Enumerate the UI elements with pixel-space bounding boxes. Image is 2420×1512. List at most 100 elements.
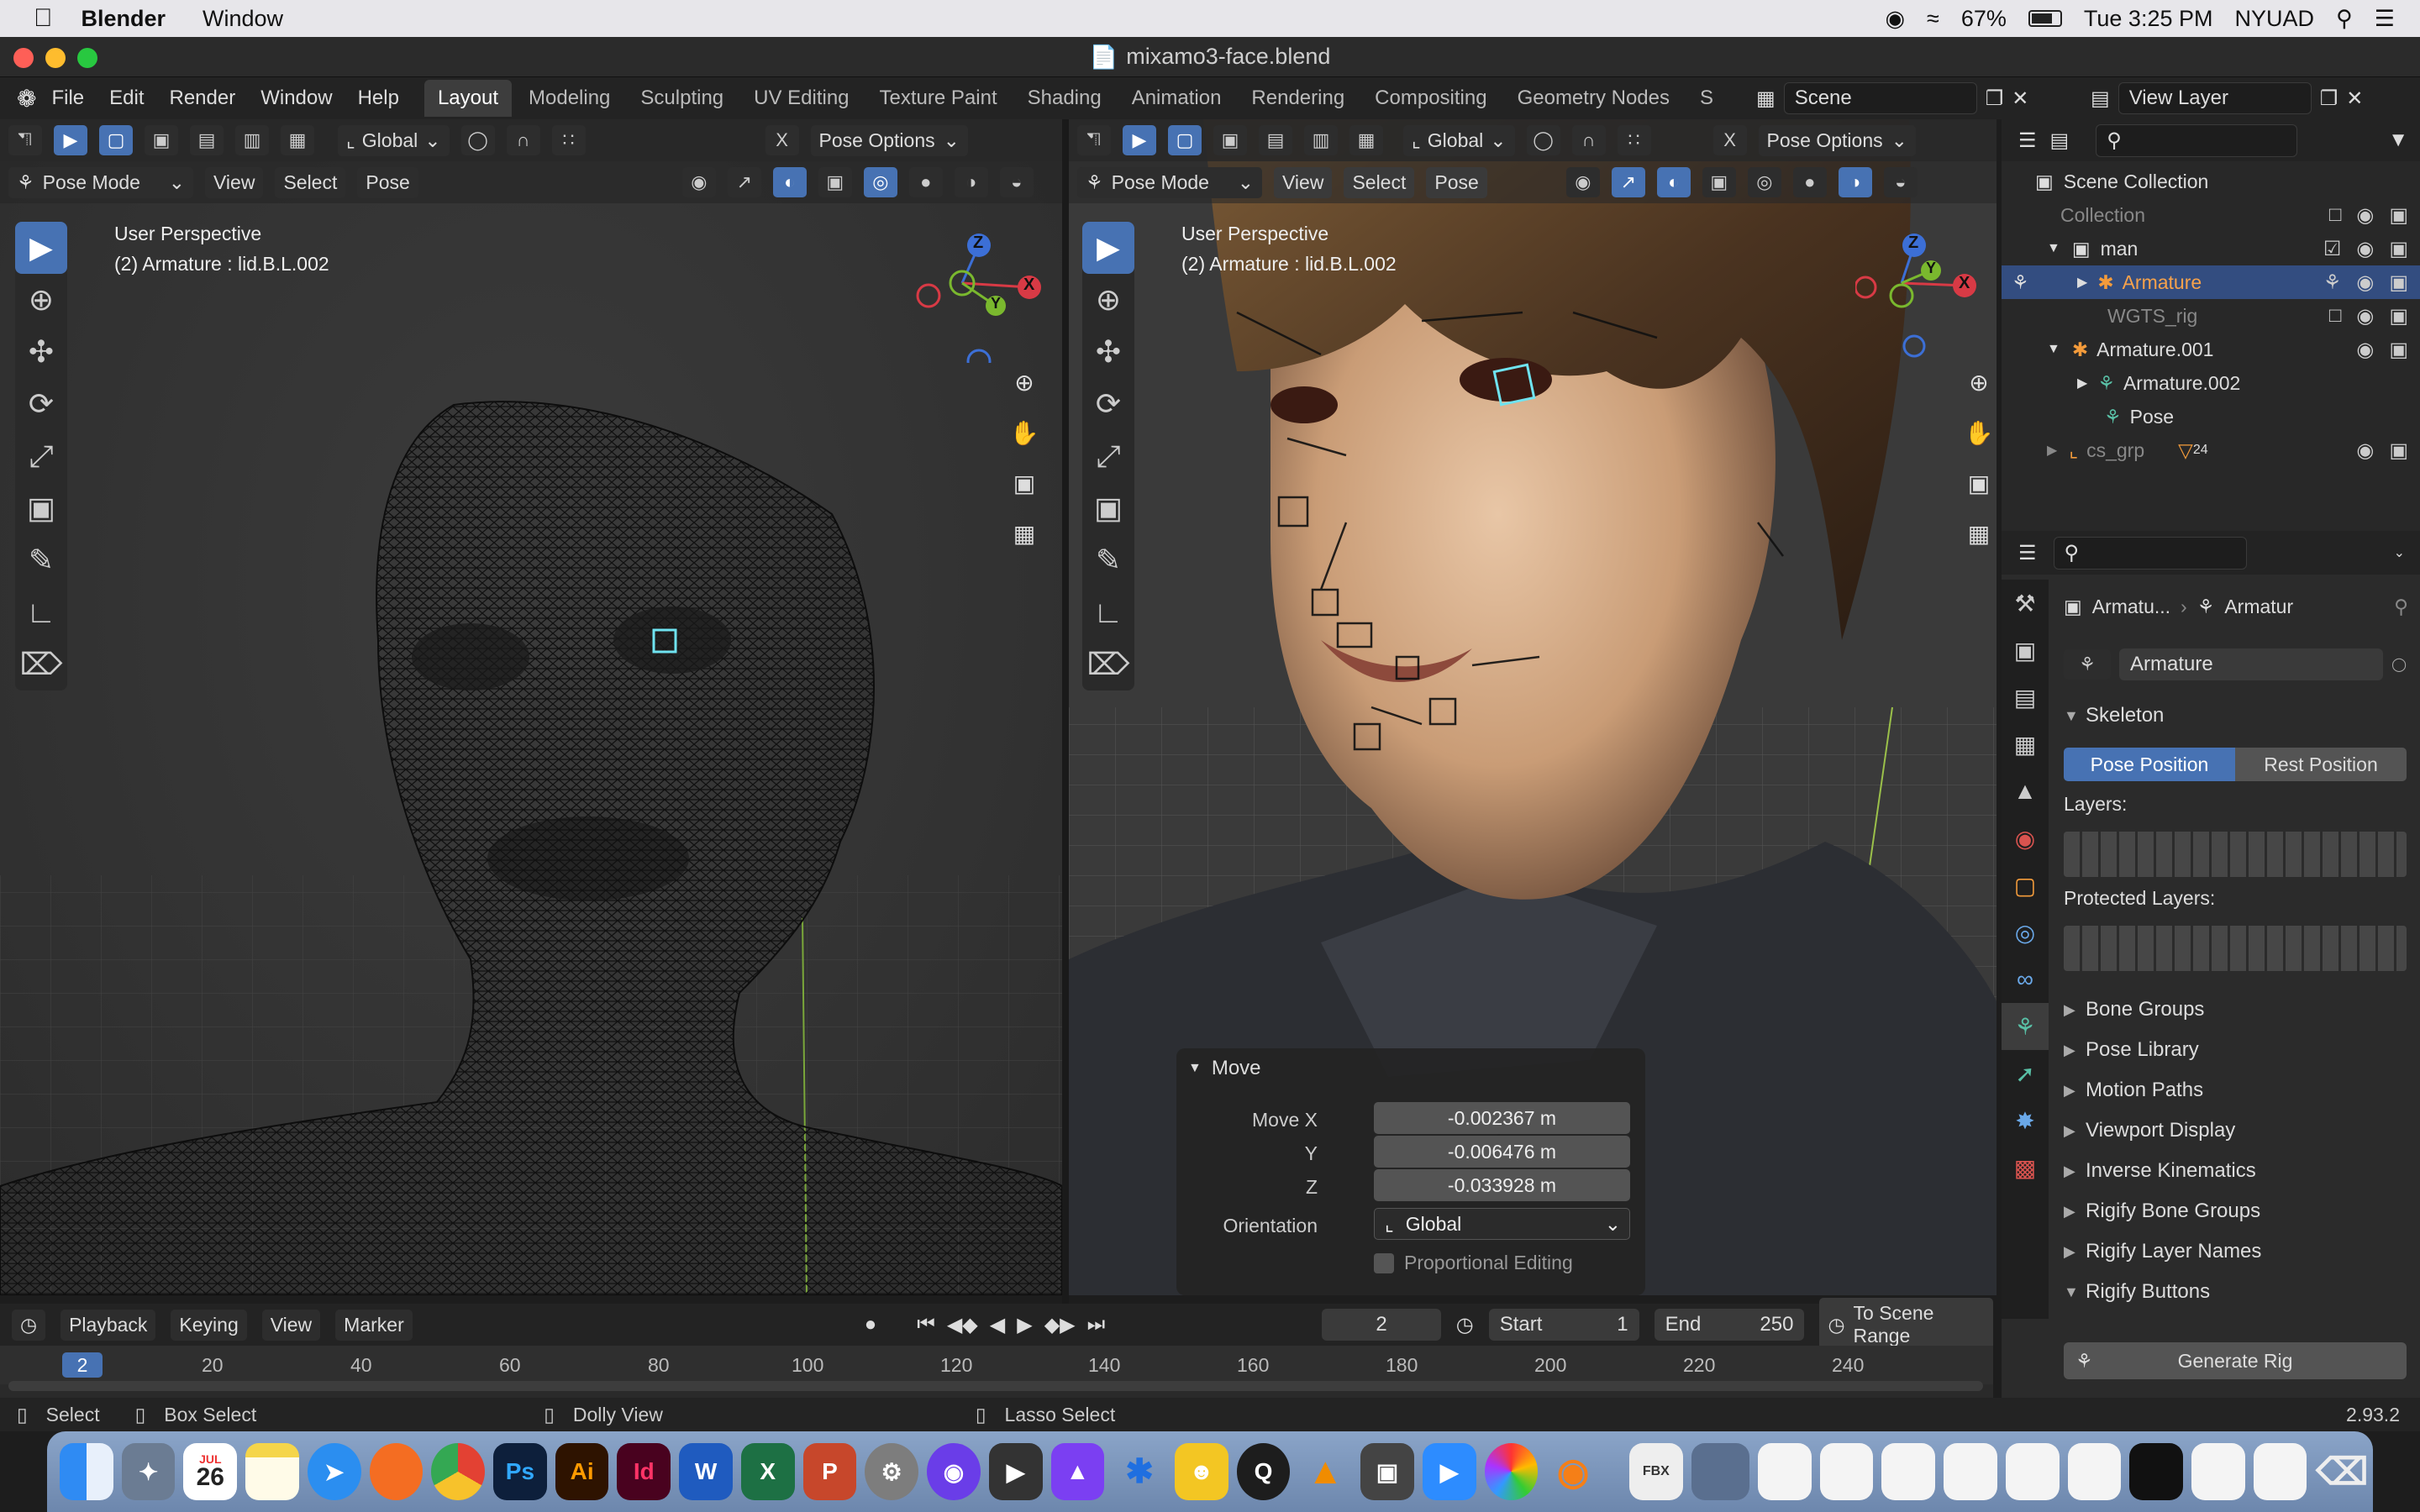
output-tab-icon[interactable]: ▤ — [2002, 674, 2049, 721]
tab-layout[interactable]: Layout — [424, 80, 512, 117]
calendar-icon[interactable]: JUL 26 — [183, 1443, 238, 1500]
editor-type-icon[interactable]: ⛠ — [8, 125, 42, 155]
select-extend-icon[interactable]: ▣ — [1213, 125, 1247, 155]
shading-wireframe-icon[interactable]: ◎ — [1747, 167, 1781, 197]
select-intersect-icon[interactable]: ▦ — [1349, 125, 1383, 155]
panel-rigify-layer-names[interactable]: ▶ Rigify Layer Names — [2064, 1233, 2408, 1270]
outliner-row-armature-001[interactable]: ▼ ✱ Armature.001 ◉ ▣ — [2002, 333, 2420, 366]
system-preferences-icon[interactable]: ⚙ — [865, 1443, 919, 1500]
select-box-tool-icon[interactable]: ▶ — [1082, 222, 1134, 274]
camera-render-icon[interactable]: ▣ — [2389, 270, 2408, 295]
eye-icon[interactable]: ◉ — [2356, 304, 2374, 328]
panel-motion-paths[interactable]: ▶ Motion Paths — [2064, 1072, 2408, 1109]
eye-icon[interactable]: ◉ — [2356, 203, 2374, 228]
menu-window[interactable]: Window — [260, 87, 332, 110]
menu-keying[interactable]: Keying — [171, 1309, 247, 1341]
view-layer-field[interactable]: View Layer — [2118, 82, 2312, 114]
outliner-row-cs-grp[interactable]: ▶ ⌞ cs_grp ▽ 24 ◉ ▣ — [2002, 433, 2420, 467]
panel-inverse-kinematics[interactable]: ▶ Inverse Kinematics — [2064, 1152, 2408, 1189]
mode-dropdown[interactable]: ⚘ Pose Mode ⌄ — [8, 166, 193, 198]
word-icon[interactable]: W — [679, 1443, 733, 1500]
snap-target-icon[interactable]: ∷ — [1617, 125, 1651, 155]
scene-field[interactable]: Scene — [1783, 82, 1977, 114]
safari-icon[interactable]: ➤ — [307, 1443, 361, 1500]
play-reverse-icon[interactable]: ◀ — [990, 1313, 1005, 1337]
document-thumb-icon[interactable] — [2253, 1443, 2307, 1500]
stopwatch-icon[interactable]: ◷ — [1456, 1313, 1474, 1337]
pan-hand-icon[interactable]: ✋ — [1005, 413, 1044, 452]
panel-pose-library[interactable]: ▶ Pose Library — [2064, 1032, 2408, 1068]
camera-render-icon[interactable]: ▣ — [2389, 203, 2408, 228]
tab-uv-editing[interactable]: UV Editing — [740, 80, 862, 117]
shading-rendered-icon[interactable]: ◒ — [999, 167, 1034, 197]
delete-scene-icon[interactable]: ✕ — [2012, 87, 2028, 111]
panel-viewport-display[interactable]: ▶ Viewport Display — [2064, 1112, 2408, 1149]
camera-icon[interactable]: ▣ — [1005, 464, 1044, 502]
close-window-button[interactable] — [13, 48, 34, 68]
pivot-point-icon[interactable]: ◯ — [1526, 125, 1560, 155]
tab-animation[interactable]: Animation — [1118, 80, 1235, 117]
select-box-icon[interactable]: ▢ — [99, 125, 133, 155]
pose-options-dropdown[interactable]: Pose Options ⌄ — [1758, 124, 1916, 156]
camera-icon[interactable]: ▣ — [1960, 464, 1996, 502]
outliner-search-field[interactable]: ⚲ — [2096, 123, 2298, 157]
current-frame-field[interactable]: 2 — [1322, 1309, 1441, 1341]
tab-scripting[interactable]: S — [1686, 80, 1727, 117]
tab-rendering[interactable]: Rendering — [1238, 80, 1358, 117]
clock[interactable]: Tue 3:25 PM — [2084, 6, 2213, 32]
shading-solid-icon[interactable]: ● — [908, 167, 943, 197]
start-frame-field[interactable]: Start 1 — [1488, 1309, 1639, 1341]
pose-options-dropdown[interactable]: Pose Options ⌄ — [810, 124, 968, 156]
filter-icon[interactable]: ▼ — [2388, 129, 2408, 152]
viewport-left[interactable]: ⛠ ▶ ▢ ▣ ▤ ▥ ▦ ⌞ Global ⌄ ◯ ∩ ∷ X Pose Opti… — [0, 119, 1062, 1295]
quicktime-icon[interactable]: Q — [1236, 1443, 1291, 1500]
mirror-x-icon[interactable]: X — [1712, 125, 1747, 155]
zoom-window-button[interactable] — [77, 48, 97, 68]
menu-edit[interactable]: Edit — [109, 87, 144, 110]
panel-rigify-buttons[interactable]: ▼ Rigify Buttons — [2064, 1273, 2408, 1310]
rotate-tool-icon[interactable]: ⟳ — [1082, 378, 1134, 430]
claquette-icon[interactable]: ▶ — [988, 1443, 1043, 1500]
play-icon[interactable]: ▶ — [1017, 1313, 1032, 1337]
document-thumb-icon[interactable] — [1944, 1443, 1997, 1500]
tab-modeling[interactable]: Modeling — [515, 80, 623, 117]
chevron-down-icon[interactable]: ⌄ — [2394, 544, 2405, 561]
visibility-icon[interactable]: ◉ — [1565, 167, 1600, 197]
outliner-row-armature[interactable]: ⚘ ▶ ✱ Armature ⚘ ◉ ▣ — [2002, 265, 2420, 299]
tab-texture-paint[interactable]: Texture Paint — [866, 80, 1011, 117]
downloads-stack-icon[interactable] — [1691, 1443, 1750, 1500]
eye-icon[interactable]: ◉ — [2356, 338, 2374, 362]
display-mode-icon[interactable]: ▤ — [2050, 129, 2070, 153]
bone-tab-icon[interactable]: ➚ — [2002, 1050, 2049, 1097]
protected-layers-grid[interactable] — [2064, 926, 2407, 971]
armature-browse-icon[interactable]: ⚘ — [2064, 649, 2111, 680]
document-thumb-icon[interactable] — [2005, 1443, 2060, 1500]
menu-render[interactable]: Render — [170, 87, 236, 110]
photos-icon[interactable] — [1484, 1443, 1539, 1500]
fbx-file-icon[interactable]: FBX — [1628, 1443, 1683, 1500]
datablock-name-field[interactable]: Armature — [2119, 648, 2384, 680]
menu-pose[interactable]: Pose — [357, 166, 418, 198]
select-mode-icon[interactable]: ▶ — [54, 125, 87, 155]
viewport-divider[interactable] — [1062, 119, 1069, 1304]
texture-tab-icon[interactable]: ▩ — [2002, 1144, 2049, 1191]
scene-selector[interactable]: ▦ Scene ❐ ✕ — [1756, 82, 2028, 114]
screenshot-icon[interactable]: ▣ — [1360, 1443, 1414, 1500]
rest-position-button[interactable]: Rest Position — [2235, 748, 2407, 781]
transform-orientation-dropdown[interactable]: ⌞ Global ⌄ — [1403, 124, 1515, 156]
shading-rendered-icon[interactable]: ◒ — [1883, 167, 1918, 197]
select-box-tool-icon[interactable]: ▶ — [15, 222, 67, 274]
eye-icon[interactable]: ◉ — [2356, 237, 2374, 261]
tool-tab-icon[interactable]: ⚒ — [2002, 580, 2049, 627]
checked-checkbox-icon[interactable]: ☑ — [2323, 237, 2342, 261]
cursor-tool-icon[interactable]: ⊕ — [15, 274, 67, 326]
select-extend-icon[interactable]: ▣ — [145, 125, 178, 155]
window-menu[interactable]: Window — [203, 6, 283, 32]
zoom-app-icon[interactable]: ▶ — [1422, 1443, 1476, 1500]
proportional-editing-checkbox[interactable] — [1374, 1252, 1394, 1273]
new-scene-icon[interactable]: ❐ — [1986, 87, 2004, 111]
menu-view[interactable]: View — [261, 1309, 321, 1341]
view-layer-selector[interactable]: ▤ View Layer ❐ ✕ — [2091, 82, 2363, 114]
eye-icon[interactable]: ◉ — [2356, 270, 2374, 295]
document-thumb-icon[interactable] — [1819, 1443, 1874, 1500]
